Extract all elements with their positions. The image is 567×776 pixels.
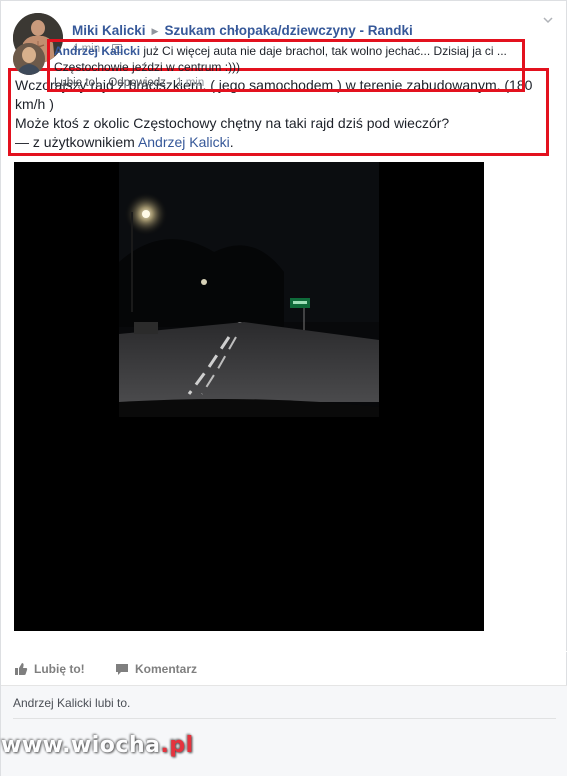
like-button[interactable]: Lubię to! bbox=[14, 662, 85, 676]
post-tag-line: — z użytkownikiem Andrzej Kalicki. bbox=[15, 134, 234, 150]
comment: Andrzej Kalicki już Ci więcej auta nie d… bbox=[54, 43, 514, 75]
comment-like-link[interactable]: Lubię to! bbox=[54, 77, 98, 89]
post-card: Miki Kalicki ▶ Szukam chłopaka/dziewczyny … bbox=[0, 0, 567, 776]
group-name[interactable]: Szukam chłopaka/dziewczyny - Randki bbox=[164, 23, 412, 38]
tagged-user-link[interactable]: Andrzej Kalicki bbox=[138, 134, 230, 150]
commenter-avatar[interactable] bbox=[13, 43, 45, 75]
caret-right-icon: ▶ bbox=[151, 26, 159, 36]
comment-button[interactable]: Komentarz bbox=[115, 662, 197, 676]
video-player[interactable] bbox=[14, 162, 484, 631]
likes-summary[interactable]: Andrzej Kalicki lubi to. bbox=[13, 696, 130, 710]
comment-label: Komentarz bbox=[135, 662, 198, 676]
video-frame bbox=[14, 162, 484, 631]
divider bbox=[13, 718, 556, 719]
post-footer: Andrzej Kalicki lubi to. bbox=[1, 685, 567, 776]
comment-meta: Lubię to! · Odpowiedz · 1 min bbox=[54, 77, 205, 89]
chevron-down-icon[interactable] bbox=[542, 14, 554, 26]
post-header: Miki Kalicki ▶ Szukam chłopaka/dziewczyny … bbox=[72, 23, 413, 38]
post-actions: Lubię to! Komentarz bbox=[1, 651, 567, 685]
watermark: www.wiocha.pl bbox=[1, 733, 194, 758]
post-text-line2: Może ktoś z okolic Częstochowy chętny na… bbox=[15, 115, 450, 131]
comment-icon bbox=[116, 664, 128, 675]
like-label: Lubię to! bbox=[34, 662, 85, 676]
comment-time[interactable]: 1 min bbox=[176, 77, 204, 89]
author-name[interactable]: Miki Kalicki bbox=[72, 23, 146, 38]
like-icon bbox=[15, 663, 28, 675]
comment-author[interactable]: Andrzej Kalicki bbox=[54, 44, 140, 58]
comment-reply-link[interactable]: Odpowiedz bbox=[108, 77, 166, 89]
